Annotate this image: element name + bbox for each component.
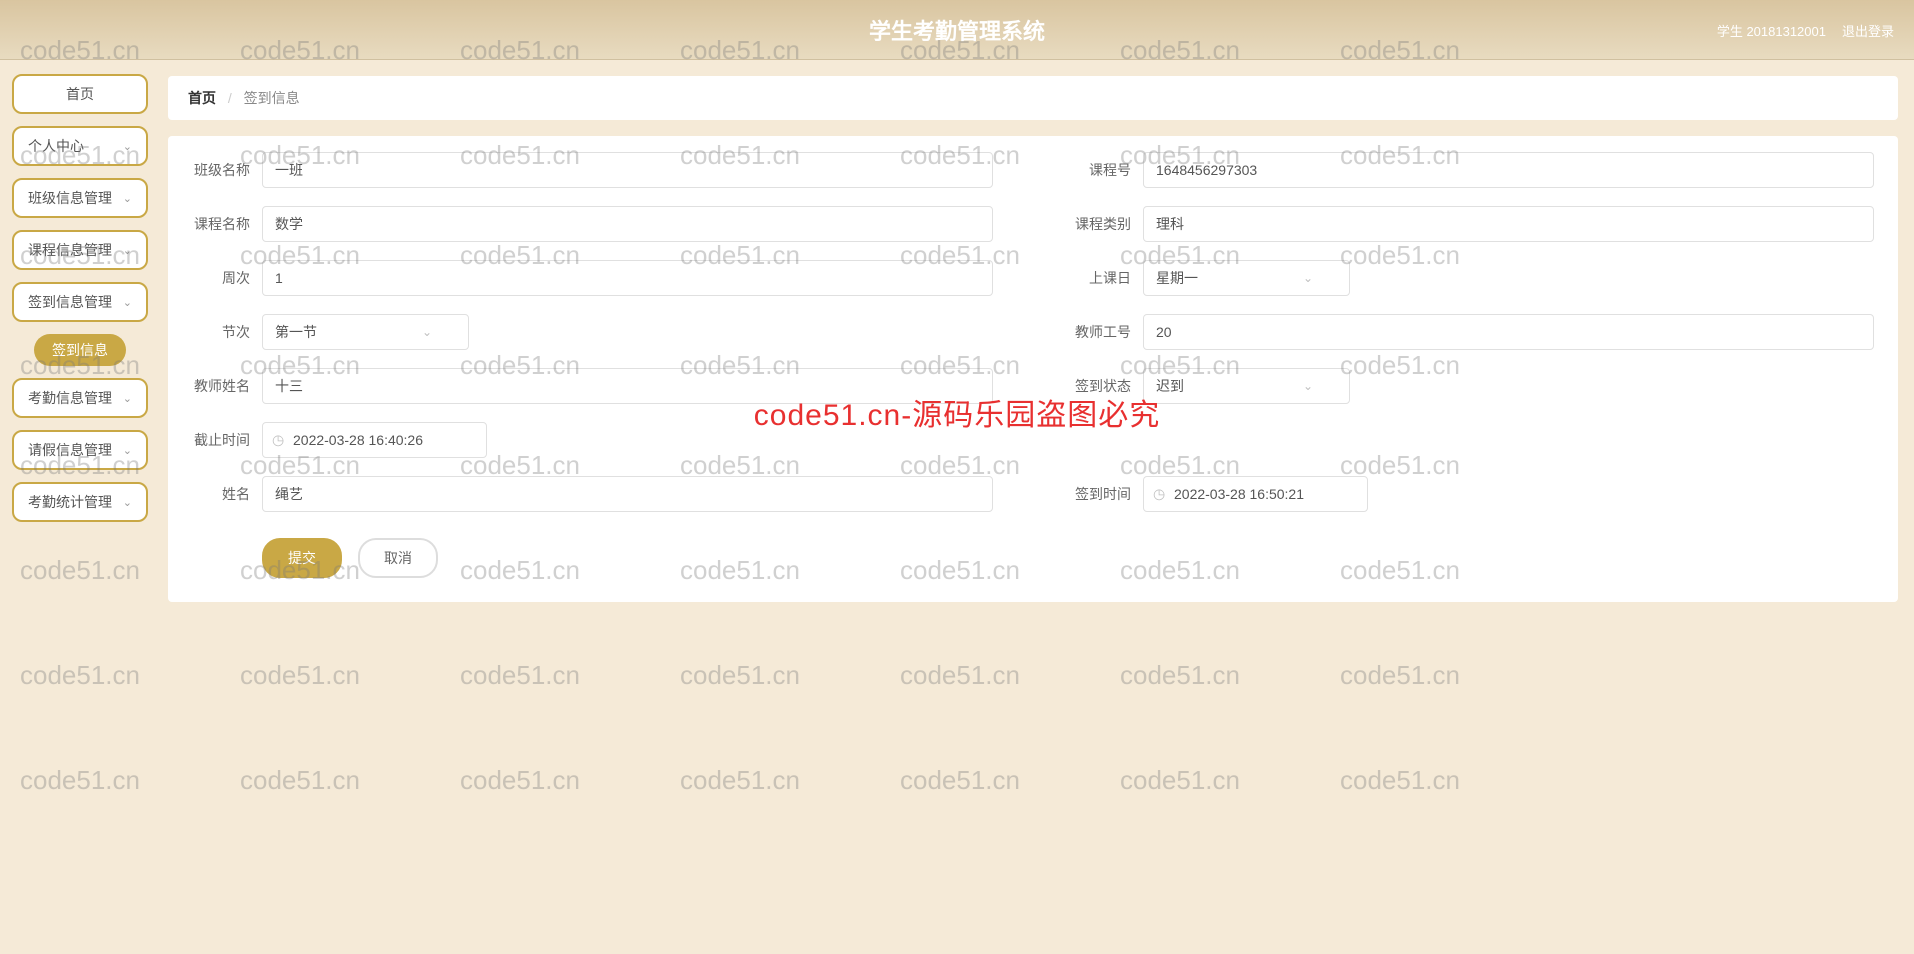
chevron-down-icon: ⌄ <box>123 296 132 309</box>
checkin-status-select[interactable] <box>1143 368 1350 404</box>
chevron-down-icon: ⌄ <box>123 244 132 257</box>
class-name-input[interactable] <box>262 152 993 188</box>
breadcrumb-current: 签到信息 <box>244 90 300 106</box>
form-panel: 班级名称 课程号 课程名称 课程类别 周次 <box>168 136 1898 602</box>
chevron-down-icon: ⌄ <box>123 140 132 153</box>
sidebar-item-home[interactable]: 首页 <box>12 74 148 114</box>
sidebar-item-label: 课程信息管理 <box>28 240 112 260</box>
sidebar-subitem-checkin[interactable]: 签到信息 <box>34 334 126 366</box>
class-name-label: 班级名称 <box>192 160 262 180</box>
sidebar-item-personal[interactable]: 个人中心 ⌄ <box>12 126 148 166</box>
period-label: 节次 <box>192 322 262 342</box>
class-day-select[interactable] <box>1143 260 1350 296</box>
header-right: 学生 20181312001 退出登录 <box>1717 0 1894 60</box>
breadcrumb-separator: / <box>228 90 232 106</box>
chevron-down-icon: ⌄ <box>123 444 132 457</box>
logout-link[interactable]: 退出登录 <box>1842 21 1894 40</box>
course-type-label: 课程类别 <box>1073 214 1143 234</box>
teacher-id-input[interactable] <box>1143 314 1874 350</box>
cancel-button[interactable]: 取消 <box>358 538 438 578</box>
sidebar-item-label: 个人中心 <box>28 136 84 156</box>
sidebar-item-class-info[interactable]: 班级信息管理 ⌄ <box>12 178 148 218</box>
deadline-label: 截止时间 <box>192 430 262 450</box>
teacher-name-input[interactable] <box>262 368 993 404</box>
user-info[interactable]: 学生 20181312001 <box>1717 21 1826 40</box>
deadline-input[interactable] <box>262 422 487 458</box>
week-label: 周次 <box>192 268 262 288</box>
chevron-down-icon: ⌄ <box>123 496 132 509</box>
chevron-down-icon: ⌄ <box>123 192 132 205</box>
course-id-label: 课程号 <box>1073 160 1143 180</box>
app-title: 学生考勤管理系统 <box>869 14 1045 46</box>
breadcrumb: 首页 / 签到信息 <box>168 76 1898 120</box>
sidebar-item-attendance-info[interactable]: 考勤信息管理 ⌄ <box>12 378 148 418</box>
sidebar-item-course-info[interactable]: 课程信息管理 ⌄ <box>12 230 148 270</box>
checkin-status-label: 签到状态 <box>1073 376 1143 396</box>
sidebar-subitem-label: 签到信息 <box>52 342 108 358</box>
course-type-input[interactable] <box>1143 206 1874 242</box>
sidebar-item-label: 签到信息管理 <box>28 292 112 312</box>
week-input[interactable] <box>262 260 993 296</box>
breadcrumb-home[interactable]: 首页 <box>188 90 216 106</box>
chevron-down-icon: ⌄ <box>123 392 132 405</box>
student-name-input[interactable] <box>262 476 993 512</box>
sidebar-item-checkin-info[interactable]: 签到信息管理 ⌄ <box>12 282 148 322</box>
course-name-input[interactable] <box>262 206 993 242</box>
sidebar-item-label: 首页 <box>66 84 94 104</box>
sidebar-item-leave-info[interactable]: 请假信息管理 ⌄ <box>12 430 148 470</box>
main-content: 首页 / 签到信息 班级名称 课程号 课程名称 课程类别 <box>160 60 1914 954</box>
teacher-id-label: 教师工号 <box>1073 322 1143 342</box>
submit-button[interactable]: 提交 <box>262 538 342 578</box>
sidebar-item-label: 请假信息管理 <box>28 440 112 460</box>
header: 学生考勤管理系统 学生 20181312001 退出登录 <box>0 0 1914 60</box>
teacher-name-label: 教师姓名 <box>192 376 262 396</box>
sidebar-item-attendance-stats[interactable]: 考勤统计管理 ⌄ <box>12 482 148 522</box>
sidebar: 首页 个人中心 ⌄ 班级信息管理 ⌄ 课程信息管理 ⌄ 签到信息管理 ⌄ 签到信… <box>0 60 160 954</box>
sidebar-item-label: 班级信息管理 <box>28 188 112 208</box>
student-name-label: 姓名 <box>192 484 262 504</box>
sidebar-item-label: 考勤统计管理 <box>28 492 112 512</box>
checkin-time-input[interactable] <box>1143 476 1368 512</box>
course-id-input[interactable] <box>1143 152 1874 188</box>
checkin-time-label: 签到时间 <box>1073 484 1143 504</box>
period-select[interactable] <box>262 314 469 350</box>
sidebar-item-label: 考勤信息管理 <box>28 388 112 408</box>
class-day-label: 上课日 <box>1073 268 1143 288</box>
course-name-label: 课程名称 <box>192 214 262 234</box>
